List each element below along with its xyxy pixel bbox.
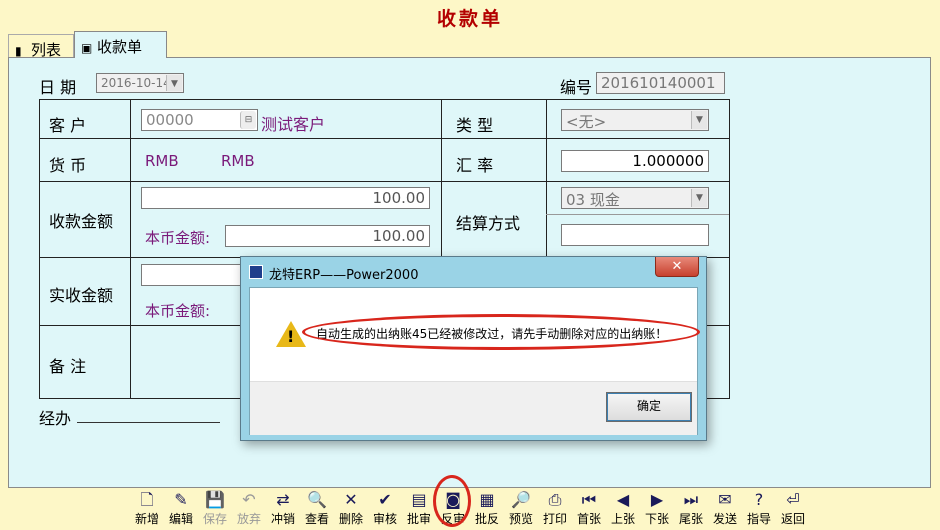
tab-receipt[interactable]: ▣ 收款单 (74, 31, 167, 58)
warning-mark: ! (287, 327, 295, 346)
edit-icon: ✎ (174, 490, 188, 509)
audit-icon: ✔ (378, 490, 392, 509)
last-icon: ⏭ (683, 490, 699, 509)
help-icon: ? (754, 490, 764, 509)
date-field[interactable]: 2016-10-14 ▼ (96, 73, 184, 93)
toolbar-button-writeoff[interactable]: ⇄ 冲销 (268, 490, 298, 527)
print-icon: ⎙ (548, 490, 562, 509)
new-icon: 🗋 (140, 490, 154, 509)
batch-audit-icon: ▤ (411, 490, 427, 509)
lookup-icon[interactable]: ⊟ (240, 111, 256, 129)
handler-label: 经办 (39, 409, 72, 428)
toolbar-button-audit[interactable]: ✔ 审核 (370, 490, 400, 527)
currency-name: RMB (221, 152, 255, 170)
toolbar-button-print[interactable]: ⎙ 打印 (540, 490, 570, 527)
customer-label: 客 户 (49, 116, 87, 135)
toolbar-button-send[interactable]: ✉ 发送 (710, 490, 740, 527)
date-value: 2016-10-14 (101, 76, 171, 90)
prev-icon: ◀ (616, 490, 630, 509)
chevron-down-icon[interactable]: ▼ (691, 189, 707, 207)
receipt-icon: ▣ (81, 41, 93, 55)
first-icon: ⏮ (581, 490, 597, 509)
base-amount-field[interactable]: 100.00 (225, 225, 430, 247)
send-icon: ✉ (718, 490, 732, 509)
dialog-body: ! 自动生成的出纳账45已经被修改过，请先手动删除对应的出纳账！ 确定 (249, 287, 700, 435)
close-button[interactable]: ✕ (655, 257, 699, 277)
toolbar-button-edit[interactable]: ✎ 编辑 (166, 490, 196, 527)
highlight-ellipse (302, 314, 700, 350)
toolbar-button-save[interactable]: 💾 保存 (200, 490, 230, 527)
delete-icon: ✕ (344, 490, 358, 509)
settle-select[interactable]: 03 现金 ▼ (561, 187, 709, 209)
chevron-down-icon[interactable]: ▼ (166, 75, 182, 91)
settle-extra-field[interactable] (561, 224, 709, 246)
toolbar-button-label: 返回 (780, 512, 805, 526)
number-field[interactable]: 201610140001 (596, 72, 725, 94)
next-icon: ▶ (650, 490, 664, 509)
toolbar-button-preview[interactable]: 🔎 预览 (506, 490, 536, 527)
highlight-circle (433, 475, 471, 527)
batch-unaudit-icon: ▦ (479, 490, 495, 509)
base-amount-label: 本币金额: (145, 229, 211, 247)
app-icon (249, 265, 263, 279)
dialog-title: 龙特ERP——Power2000 (269, 268, 419, 283)
customer-code-field[interactable]: 00000 ⊟ (141, 109, 258, 131)
settle-value: 03 现金 (566, 191, 620, 209)
type-label: 类 型 (456, 116, 494, 135)
actual-amount-label: 实收金额 (49, 286, 114, 305)
preview-icon: 🔎 (511, 490, 531, 509)
return-icon: ⏎ (786, 490, 800, 509)
view-icon: 🔍 (307, 490, 327, 509)
toolbar-button-prev[interactable]: ◀ 上张 (608, 490, 638, 527)
toolbar-button-next[interactable]: ▶ 下张 (642, 490, 672, 527)
number-label: 编号 (560, 78, 593, 97)
toolbar-button-new[interactable]: 🗋 新增 (132, 490, 162, 527)
customer-code-value: 00000 (146, 111, 194, 129)
remark-label: 备 注 (49, 357, 87, 376)
tab-list[interactable]: ▮ 列表 (8, 34, 74, 59)
error-dialog: 龙特ERP——Power2000 ✕ ! 自动生成的出纳账45已经被修改过，请先… (240, 256, 707, 441)
toolbar-button-undo[interactable]: ↶ 放弃 (234, 490, 264, 527)
page-title: 收款单 (436, 8, 503, 30)
ok-button[interactable]: 确定 (606, 392, 692, 422)
rate-field[interactable]: 1.000000 (561, 150, 709, 172)
toolbar-button-first[interactable]: ⏮ 首张 (574, 490, 604, 527)
customer-name: 测试客户 (261, 115, 326, 134)
save-icon: 💾 (205, 490, 225, 509)
toolbar-button-view[interactable]: 🔍 查看 (302, 490, 332, 527)
toolbar-button-delete[interactable]: ✕ 删除 (336, 490, 366, 527)
chevron-down-icon[interactable]: ▼ (691, 111, 707, 129)
rate-label: 汇 率 (456, 156, 494, 175)
writeoff-icon: ⇄ (276, 490, 290, 509)
type-select[interactable]: <无> ▼ (561, 109, 709, 131)
undo-icon: ↶ (242, 490, 256, 509)
toolbar-button-batch-audit[interactable]: ▤ 批审 (404, 490, 434, 527)
amount-label: 收款金额 (49, 212, 114, 231)
type-value: <无> (566, 113, 607, 131)
toolbar-button-help[interactable]: ? 指导 (744, 490, 774, 527)
dialog-footer: 确定 (250, 381, 697, 435)
toolbar-button-last[interactable]: ⏭ 尾张 (676, 490, 706, 527)
toolbar-button-return[interactable]: ⏎ 返回 (778, 490, 808, 527)
actual-base-amount-label: 本币金额: (145, 302, 211, 320)
amount-field[interactable]: 100.00 (141, 187, 430, 209)
currency-code: RMB (145, 152, 179, 170)
settle-label: 结算方式 (456, 214, 521, 233)
date-label: 日 期 (39, 78, 77, 97)
list-icon: ▮ (15, 44, 22, 58)
currency-label: 货 币 (49, 156, 87, 175)
toolbar-button-batch-unaudit[interactable]: ▦ 批反 (472, 490, 502, 527)
tab-receipt-label: 收款单 (97, 38, 143, 56)
